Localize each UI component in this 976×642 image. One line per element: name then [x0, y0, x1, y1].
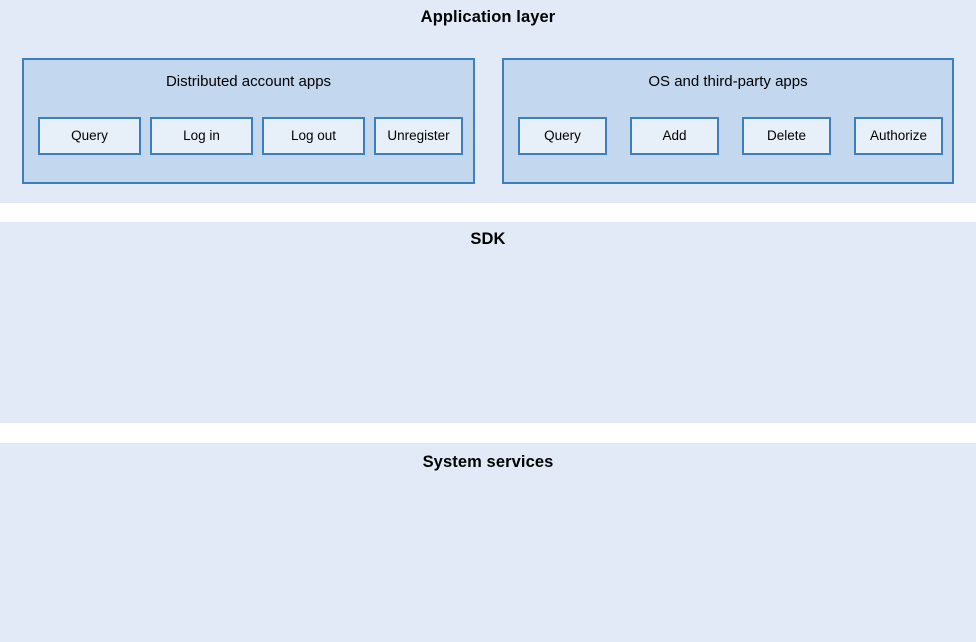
os-app-item-query[interactable]: Query	[518, 117, 607, 155]
architecture-diagram: Application layer Distributed account ap…	[0, 0, 976, 642]
app-item-query[interactable]: Query	[38, 117, 141, 155]
layer-band-system-services: System services Account mgmt service Mes…	[0, 443, 976, 642]
group-distributed-account-apps: Distributed account apps Query Log in Lo…	[22, 58, 475, 184]
group-title-distributed-account-apps: Distributed account apps	[165, 73, 332, 90]
app-item-unregister[interactable]: Unregister	[374, 117, 463, 155]
os-app-item-add[interactable]: Add	[630, 117, 719, 155]
app-item-log-out[interactable]: Log out	[262, 117, 365, 155]
layer-band-application: Application layer Distributed account ap…	[0, 0, 976, 203]
os-app-item-delete[interactable]: Delete	[742, 117, 831, 155]
group-title-os-and-third-party-apps: OS and third-party apps	[648, 73, 808, 90]
layer-title-system-services: System services	[422, 453, 554, 471]
os-app-item-authorize[interactable]: Authorize	[854, 117, 943, 155]
layer-title-application: Application layer	[420, 8, 556, 26]
layer-title-sdk: SDK	[470, 230, 506, 248]
app-item-log-in[interactable]: Log in	[150, 117, 253, 155]
group-os-and-third-party-apps: OS and third-party apps Query Add Delete…	[502, 58, 954, 184]
layer-band-sdk: SDK Distributed account mgmt Query accou…	[0, 222, 976, 629]
